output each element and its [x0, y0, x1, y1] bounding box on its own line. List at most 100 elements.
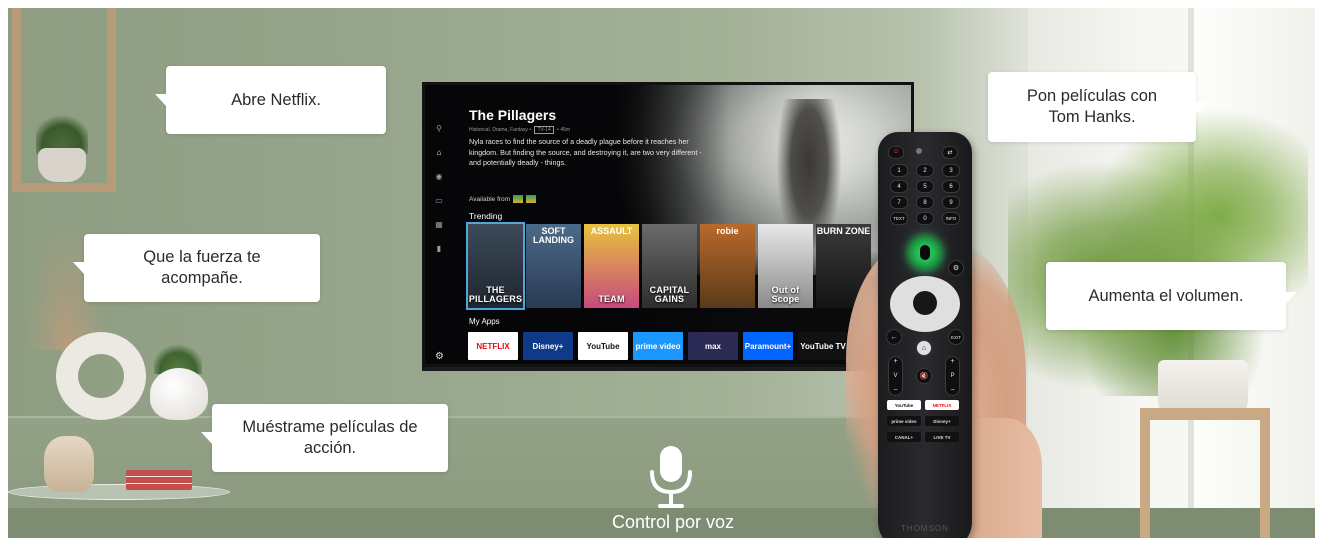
- volume-rocker[interactable]: + V −: [888, 356, 903, 396]
- volume-label: V: [893, 373, 898, 379]
- number-key[interactable]: 5: [916, 180, 934, 193]
- mute-icon[interactable]: 🔇: [916, 368, 932, 384]
- poster-title: CAPITAL GAINS: [649, 285, 690, 304]
- channel-label: P: [950, 373, 955, 379]
- voice-control-caption: Control por voz: [611, 512, 735, 532]
- show-meta: Historical, Drama, Fantasy • TV-14 • 45m: [469, 126, 571, 134]
- plant-stand: [1140, 408, 1270, 538]
- ok-button[interactable]: [913, 291, 937, 315]
- remote-app-button[interactable]: YouTube: [887, 400, 921, 410]
- poster-title: SOFT LANDING: [533, 226, 574, 245]
- tv-remote: ⏻ ⇄ 1 2 3 4 5 6 7 8 9 TEXT 0 INFO ⚙ ← ⌂ EXIT + V − …: [878, 132, 972, 538]
- poster-title: BURN ZONE: [816, 226, 871, 236]
- tag-icon[interactable]: ◉: [436, 173, 443, 181]
- home-icon[interactable]: ⌂: [916, 340, 932, 356]
- remote-app-button[interactable]: Disney+: [925, 416, 959, 426]
- input-icon[interactable]: ⇄: [942, 146, 958, 159]
- available-from-label: Available from: [469, 195, 511, 203]
- provider-icon[interactable]: [513, 195, 524, 203]
- number-key[interactable]: 1: [890, 164, 908, 177]
- trending-poster[interactable]: SOFT LANDING: [526, 224, 581, 308]
- home-icon[interactable]: ⌂: [437, 149, 442, 157]
- app-tile[interactable]: YouTube TV: [798, 332, 848, 360]
- trending-poster[interactable]: Out of Scope: [758, 224, 813, 308]
- voice-button[interactable]: [908, 236, 942, 270]
- books: [126, 470, 192, 490]
- number-key[interactable]: INFO: [942, 212, 960, 225]
- number-key[interactable]: 8: [916, 196, 934, 209]
- remote-app-button[interactable]: NETFLIX: [925, 400, 959, 410]
- bubble-netflix: Abre Netflix.: [155, 66, 386, 134]
- scene: ⚲ ⌂ ◉ ▭ ▦ ▮ ⚙ The Pillagers Historical, …: [8, 8, 1315, 538]
- apps-row: NETFLIX Disney+ YouTube prime video max Param…: [468, 332, 848, 360]
- remote-brand: THOMSON: [901, 524, 949, 533]
- poster-title: robie: [716, 226, 739, 236]
- ring-vase: [56, 332, 146, 420]
- power-icon[interactable]: ⏻: [888, 146, 904, 159]
- number-key[interactable]: 4: [890, 180, 908, 193]
- bubble-hanks: Pon películas con Tom Hanks.: [988, 72, 1207, 142]
- number-key[interactable]: 6: [942, 180, 960, 193]
- round-vase: [150, 368, 208, 420]
- number-key[interactable]: 2: [916, 164, 934, 177]
- shelf-plant-pot: [38, 148, 86, 182]
- trending-heading: Trending: [469, 211, 503, 221]
- bubble-text: Muéstrame películas de acción.: [242, 418, 418, 457]
- provider-icon[interactable]: [526, 195, 537, 203]
- app-tile[interactable]: Paramount+: [743, 332, 793, 360]
- app-tile[interactable]: Disney+: [523, 332, 573, 360]
- show-description: Nyla races to find the source of a deadl…: [469, 137, 702, 167]
- poster-title: ASSAULT: [590, 226, 633, 236]
- movie-icon[interactable]: ▦: [435, 221, 443, 229]
- app-tile[interactable]: prime video: [633, 332, 683, 360]
- bubble-text: Abre Netflix.: [231, 90, 321, 109]
- app-tile[interactable]: NETFLIX: [468, 332, 518, 360]
- app-tile[interactable]: max: [688, 332, 738, 360]
- show-duration: 45m: [560, 127, 571, 133]
- settings-icon[interactable]: ⚙: [435, 351, 444, 362]
- available-from: Available from: [469, 195, 537, 203]
- bubble-volume: Aumenta el volumen.: [1046, 262, 1297, 330]
- bookmark-icon[interactable]: ▮: [437, 245, 441, 253]
- tv-bottom-bezel: [422, 367, 914, 371]
- number-key[interactable]: 3: [942, 164, 960, 177]
- number-key[interactable]: 9: [942, 196, 960, 209]
- microphone-icon: [920, 245, 930, 260]
- trending-poster[interactable]: THE PILLAGERS: [466, 222, 525, 310]
- exit-button[interactable]: EXIT: [948, 329, 964, 345]
- bubble-text: Aumenta el volumen.: [1088, 286, 1244, 305]
- trending-poster[interactable]: CAPITAL GAINS: [642, 224, 697, 308]
- settings-icon[interactable]: ⚙: [948, 260, 964, 276]
- trending-poster[interactable]: robie: [700, 224, 755, 308]
- app-tile[interactable]: YouTube: [578, 332, 628, 360]
- number-key[interactable]: 0: [916, 212, 934, 225]
- my-apps-heading: My Apps: [469, 317, 500, 326]
- remote-app-button[interactable]: prime video: [887, 416, 921, 426]
- poster-title: TEAM: [598, 294, 625, 304]
- trending-poster[interactable]: ASSAULT TEAM: [584, 224, 639, 308]
- poster-title: THE PILLAGERS: [468, 285, 523, 304]
- show-genres: Historical, Drama, Fantasy: [469, 127, 528, 133]
- poster-title: Out of Scope: [771, 285, 800, 304]
- show-title: The Pillagers: [469, 107, 557, 123]
- remote-app-button[interactable]: LIVE TV: [925, 432, 959, 442]
- number-key[interactable]: TEXT: [890, 212, 908, 225]
- remote-app-button[interactable]: CANAL+: [887, 432, 921, 442]
- microphone-icon: [650, 446, 692, 508]
- tv-sidebar: ⚲ ⌂ ◉ ▭ ▦ ▮: [433, 125, 445, 364]
- tv-screen: ⚲ ⌂ ◉ ▭ ▦ ▮ ⚙ The Pillagers Historical, …: [422, 82, 914, 367]
- bubble-action: Muéstrame películas de acción.: [201, 404, 448, 472]
- bubble-text: Que la fuerza te acompañe.: [143, 248, 261, 287]
- back-icon[interactable]: ←: [886, 329, 902, 345]
- number-key[interactable]: 7: [890, 196, 908, 209]
- table-vase: [44, 436, 94, 492]
- trending-row: THE PILLAGERS SOFT LANDING ASSAULT TEAM CAPI…: [466, 222, 871, 310]
- indicator-light: [916, 148, 922, 154]
- glass-table: [8, 484, 230, 500]
- bubble-force: Que la fuerza te acompañe.: [73, 234, 320, 302]
- bubble-text: Pon películas con Tom Hanks.: [1026, 87, 1158, 126]
- search-icon[interactable]: ⚲: [436, 125, 442, 133]
- dpad[interactable]: [890, 276, 960, 332]
- channel-rocker[interactable]: + P −: [945, 356, 960, 396]
- tv-icon[interactable]: ▭: [435, 197, 443, 205]
